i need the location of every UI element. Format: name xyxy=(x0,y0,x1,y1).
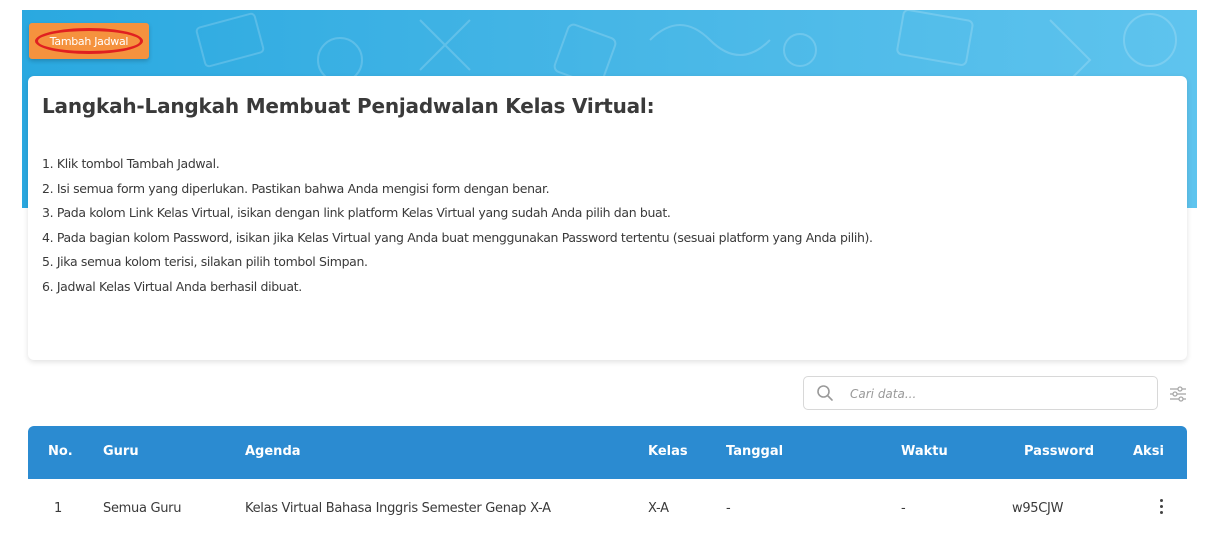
guide-step: 6. Jadwal Kelas Virtual Anda berhasil di… xyxy=(42,278,302,294)
cell-tanggal: - xyxy=(726,501,731,516)
guide-steps-list: 1. Klik tombol Tambah Jadwal. 2. Isi sem… xyxy=(42,156,1173,303)
schedule-table: No. Guru Agenda Kelas Tanggal Waktu Pass… xyxy=(28,426,1187,535)
column-header-agenda[interactable]: Agenda xyxy=(245,444,301,459)
page-left-gap xyxy=(0,0,22,535)
guide-step: 3. Pada kolom Link Kelas Virtual, isikan… xyxy=(42,205,671,220)
guide-step: 2. Isi semua form yang diperlukan. Pasti… xyxy=(42,180,550,196)
cell-kelas: X-A xyxy=(648,501,669,516)
guide-title: Langkah-Langkah Membuat Penjadwalan Kela… xyxy=(42,94,655,118)
guide-step: 4. Pada bagian kolom Password, isikan ji… xyxy=(42,229,873,245)
add-schedule-button-label: Tambah Jadwal xyxy=(49,34,129,48)
cell-agenda: Kelas Virtual Bahasa Inggris Semester Ge… xyxy=(245,501,551,516)
sliders-icon[interactable] xyxy=(1165,381,1191,407)
kebab-menu-icon[interactable] xyxy=(1155,498,1167,518)
cell-no: 1 xyxy=(54,501,62,516)
search-box xyxy=(803,376,1158,410)
cell-guru: Semua Guru xyxy=(103,501,182,516)
table-row: 1 Semua Guru Kelas Virtual Bahasa Inggri… xyxy=(28,479,1187,535)
column-header-waktu[interactable]: Waktu xyxy=(901,444,948,459)
column-header-kelas[interactable]: Kelas xyxy=(648,444,688,459)
cell-waktu: - xyxy=(901,501,906,516)
page-top-gap xyxy=(0,0,1209,10)
guide-step: 5. Jika semua kolom terisi, silakan pili… xyxy=(42,254,368,269)
column-header-guru[interactable]: Guru xyxy=(103,444,139,459)
guide-card: Langkah-Langkah Membuat Penjadwalan Kela… xyxy=(28,76,1187,360)
guide-step: 1. Klik tombol Tambah Jadwal. xyxy=(42,156,220,171)
cell-password: w95CJW xyxy=(1012,501,1064,516)
page-right-gap xyxy=(1197,0,1209,535)
table-header: No. Guru Agenda Kelas Tanggal Waktu Pass… xyxy=(28,426,1187,479)
search-input[interactable] xyxy=(850,383,1140,405)
column-header-password[interactable]: Password xyxy=(1024,444,1094,459)
column-header-aksi: Aksi xyxy=(1133,444,1164,459)
column-header-tanggal[interactable]: Tanggal xyxy=(726,444,783,459)
search-icon xyxy=(816,384,834,406)
column-header-no[interactable]: No. xyxy=(48,444,73,459)
add-schedule-button[interactable]: Tambah Jadwal xyxy=(29,23,149,59)
